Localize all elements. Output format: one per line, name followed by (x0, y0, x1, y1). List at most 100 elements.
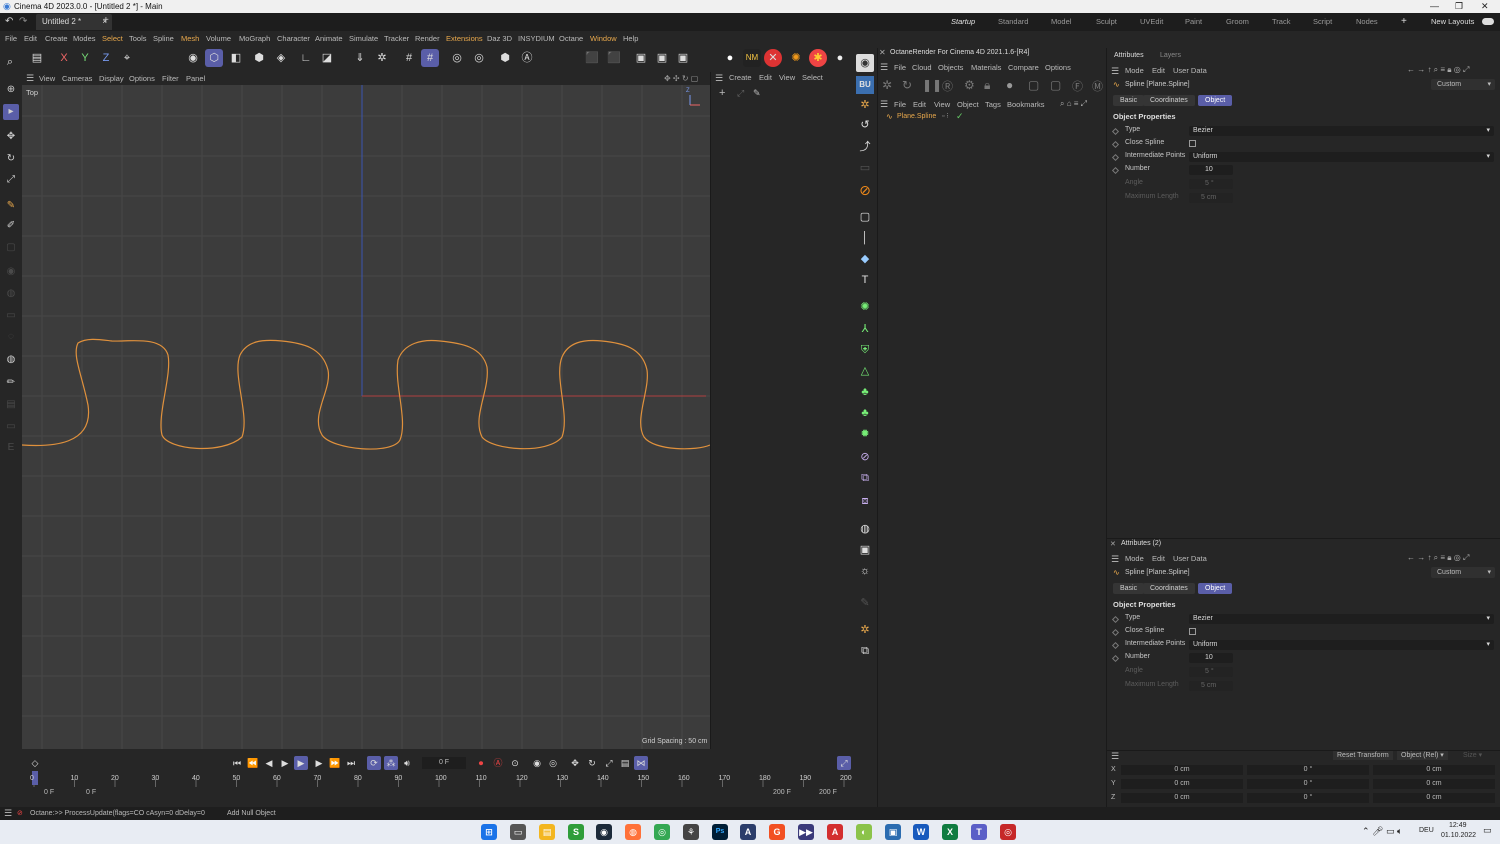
solo-mode-icon[interactable]: ◪ (318, 49, 336, 67)
axis-mode-icon[interactable]: ∟ (297, 49, 315, 67)
octane-shield-icon[interactable]: ⛨ (856, 341, 874, 359)
om-menu-file[interactable]: File (894, 99, 906, 111)
add-icon[interactable]: + (719, 87, 725, 99)
select-icon[interactable]: ▸ (3, 104, 19, 120)
cube-edit-icon[interactable]: ⬛ (605, 49, 623, 67)
om-menu-edit[interactable]: Edit (759, 73, 772, 82)
octane-light-icon[interactable]: ✺ (856, 298, 874, 316)
range-start-field[interactable]: 0 F (44, 789, 54, 796)
menu-volume[interactable]: Volume (206, 31, 231, 46)
coord-size-dropdown[interactable]: Size ▾ (1463, 751, 1482, 759)
scale-x-input[interactable]: 0 cm (1373, 765, 1495, 775)
viewport-menu-panel[interactable]: Panel (186, 72, 205, 85)
octane-lock-icon[interactable]: 🔒︎ (984, 78, 990, 93)
move-icon[interactable]: ✥ (3, 129, 19, 145)
om-menu-icon[interactable]: ☰ (715, 73, 723, 84)
attr-menu-mode[interactable]: Mode (1125, 65, 1144, 77)
menu-octane[interactable]: Octane (559, 31, 583, 46)
menu-create[interactable]: Create (45, 31, 68, 46)
app-a-icon[interactable]: A (740, 824, 756, 840)
menu-edit[interactable]: Edit (24, 31, 37, 46)
interp-keyframe-icon[interactable] (1111, 153, 1120, 162)
edges-mode-icon[interactable]: ◧ (227, 49, 245, 67)
octane-link-icon[interactable]: ⧉ (856, 642, 874, 660)
menu-select[interactable]: Select (102, 31, 123, 46)
viewport-menu-cameras[interactable]: Cameras (62, 72, 92, 85)
menu-render[interactable]: Render (415, 31, 440, 46)
object-name[interactable]: Plane.Spline (897, 113, 936, 120)
layout-tab-script[interactable]: Script (1313, 13, 1332, 31)
octane-menu-cloud[interactable]: Cloud (912, 62, 932, 74)
octane-ball-icon[interactable]: ⊘ (856, 181, 874, 199)
notification-icon[interactable]: ▭ (1483, 825, 1492, 836)
octane-menu-objects[interactable]: Objects (938, 62, 963, 74)
chrome-icon[interactable]: ◎ (654, 824, 670, 840)
word-icon[interactable]: W (913, 824, 929, 840)
render-settings-icon[interactable]: Ⓐ (518, 49, 536, 67)
cube-icon[interactable]: ⬛ (583, 49, 601, 67)
octane-camera-icon[interactable]: ▣ (856, 541, 874, 559)
viewport-menu-options[interactable]: Options (129, 72, 155, 85)
clock-time[interactable]: 12:49 (1449, 822, 1467, 829)
octane-sphere-toolbar-icon[interactable]: ● (1006, 78, 1013, 92)
octane-menu-options[interactable]: Options (1045, 62, 1071, 74)
object-row-plane-spline[interactable]: ∿ Plane.Spline ▫ ⁝ ✓ (886, 111, 986, 124)
close2-keyframe-icon[interactable] (1111, 628, 1120, 637)
octane-refresh-icon[interactable]: ↺ (856, 116, 874, 134)
octane-settings-icon[interactable]: BU (856, 76, 874, 94)
octane-gear-icon[interactable]: ✹ (856, 425, 874, 443)
add-tab-icon[interactable]: + (103, 15, 109, 26)
subtab-basic[interactable]: Basic (1113, 95, 1145, 106)
scale-z-input[interactable]: 0 cm (1373, 793, 1495, 803)
layout-tab-groom[interactable]: Groom (1226, 13, 1249, 31)
octane-menu-materials[interactable]: Materials (971, 62, 1001, 74)
octane-pause-icon[interactable]: ❚❚ (922, 78, 942, 92)
firefox-icon[interactable]: ◍ (625, 824, 641, 840)
menu-simulate[interactable]: Simulate (349, 31, 378, 46)
type-dropdown[interactable]: Bezier ▾ (1189, 126, 1494, 136)
lock-z-button[interactable]: Z (97, 49, 115, 67)
lock-x-button[interactable]: X (55, 49, 73, 67)
object-visibility-icon[interactable]: ▫ ⁝ (942, 112, 949, 120)
om-menu-create[interactable]: Create (729, 73, 752, 82)
attr-menu-icon[interactable]: ☰ (1111, 66, 1119, 77)
octane-text-icon[interactable]: T (856, 271, 874, 289)
subtab2-object[interactable]: Object (1198, 583, 1233, 594)
range-end-field[interactable]: 200 F (773, 789, 791, 796)
octane-menu-file[interactable]: File (894, 62, 906, 74)
octane-sphere-icon[interactable]: ● (831, 49, 849, 67)
excel-icon[interactable]: X (942, 824, 958, 840)
app-green-icon[interactable]: ⚘ (683, 824, 699, 840)
menu-help[interactable]: Help (623, 31, 638, 46)
menu-window[interactable]: Window (590, 31, 617, 46)
polygons-mode-icon[interactable]: ⬢ (250, 49, 268, 67)
type2-keyframe-icon[interactable] (1111, 615, 1120, 624)
number-keyframe-icon[interactable] (1111, 166, 1120, 175)
octane-square-icon[interactable]: ▢ (856, 208, 874, 226)
add-layout-icon[interactable]: + (1401, 13, 1407, 31)
attr-nav-icons[interactable]: ← → ↑ ⌕ ≡ 🔒︎ ◎ ⤢ (1407, 65, 1469, 75)
octane-globe-icon[interactable]: ◍ (856, 520, 874, 538)
snap-icon[interactable]: # (400, 49, 418, 67)
subtab2-basic[interactable]: Basic (1113, 583, 1145, 594)
menu-mesh[interactable]: Mesh (181, 31, 199, 46)
task-view-icon[interactable]: ▭ (510, 824, 526, 840)
plugin-star-icon[interactable]: ✱ (809, 49, 827, 67)
photoshop-icon[interactable]: Ps (712, 824, 728, 840)
octane-live-viewer-icon[interactable]: ◉ (856, 54, 874, 72)
layout-toggle[interactable] (1482, 18, 1494, 25)
menu-modes[interactable]: Modes (73, 31, 96, 46)
subtab-coordinates[interactable]: Coordinates (1143, 95, 1195, 106)
command-icon[interactable]: ▤ (28, 49, 46, 67)
om-menu-bookmarks[interactable]: Bookmarks (1007, 99, 1045, 111)
layout-tab-standard[interactable]: Standard (998, 13, 1028, 31)
app-red-icon[interactable]: ◎ (1000, 824, 1016, 840)
lock-y-button[interactable]: Y (76, 49, 94, 67)
number2-input[interactable]: 10 (1189, 653, 1233, 663)
rot-z-input[interactable]: 0 ° (1247, 793, 1369, 803)
search-icon[interactable]: ⌕ (1, 53, 19, 71)
pos-x-input[interactable]: 0 cm (1121, 765, 1243, 775)
pos-z-input[interactable]: 0 cm (1121, 793, 1243, 803)
octane-material-icon[interactable]: ✲ (856, 96, 874, 114)
paint-icon[interactable]: ✏ (3, 375, 19, 391)
